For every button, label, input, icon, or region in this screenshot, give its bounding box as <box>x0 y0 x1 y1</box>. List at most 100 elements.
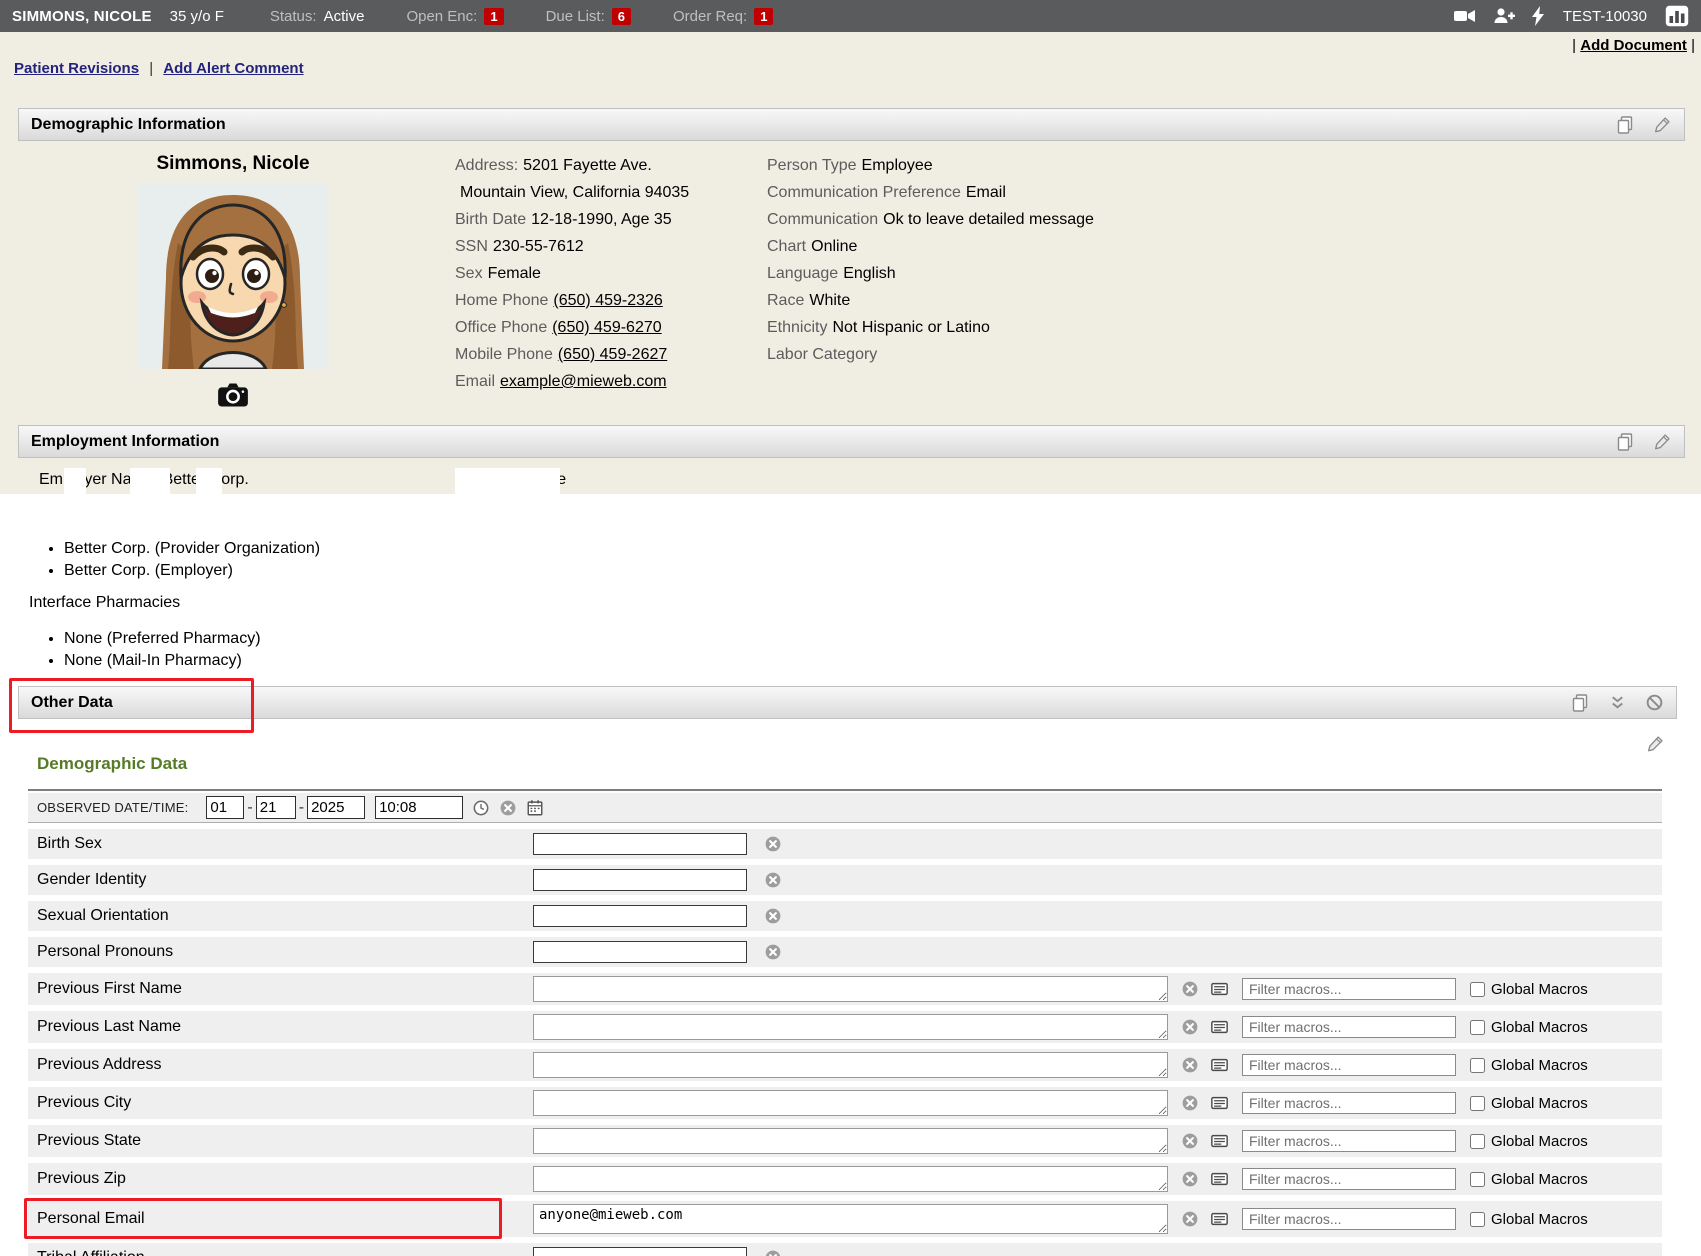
office-phone-link[interactable]: (650) 459-6270 <box>552 319 661 336</box>
other-data-panel-header: Other Data <box>18 686 1677 719</box>
previous-first-name-textarea[interactable] <box>533 976 1168 1002</box>
clear-x-icon[interactable] <box>764 907 782 925</box>
copy-icon[interactable] <box>1615 432 1635 452</box>
previous-last-name-textarea[interactable] <box>533 1014 1168 1040</box>
mobile-phone-link[interactable]: (650) 459-2627 <box>558 346 667 363</box>
previous-address-textarea[interactable] <box>533 1052 1168 1078</box>
global-macros-checkbox[interactable] <box>1470 1172 1485 1187</box>
row-birth-sex: Birth Sex <box>28 829 1662 859</box>
filter-macros-input[interactable] <box>1242 1016 1456 1038</box>
macro-list-icon[interactable] <box>1209 980 1230 998</box>
clear-x-icon[interactable] <box>1181 1094 1199 1112</box>
clear-x-icon[interactable] <box>764 1249 782 1256</box>
field-sex: SexFemale <box>455 265 689 292</box>
open-enc-label: Open Enc: <box>406 8 477 25</box>
open-enc-badge[interactable]: 1 <box>484 8 503 25</box>
copy-icon[interactable] <box>1570 693 1590 713</box>
edit-pencil-icon[interactable] <box>1653 115 1672 134</box>
macro-list-icon[interactable] <box>1209 1170 1230 1188</box>
clear-x-icon[interactable] <box>764 835 782 853</box>
clear-x-icon[interactable] <box>1181 1132 1199 1150</box>
global-macros-label: Global Macros <box>1491 1019 1588 1036</box>
field-labor-category: Labor Category <box>767 346 1094 373</box>
observed-month-input[interactable] <box>206 796 244 819</box>
ban-icon[interactable] <box>1645 693 1664 712</box>
home-phone-link[interactable]: (650) 459-2326 <box>553 292 662 309</box>
row-label: Previous Address <box>28 1056 533 1074</box>
macro-list-icon[interactable] <box>1209 1210 1230 1228</box>
row-previous-state: Previous State Global Macros <box>28 1125 1662 1157</box>
gender-identity-input[interactable] <box>533 869 747 891</box>
field-ssn: SSN230-55-7612 <box>455 238 689 265</box>
global-macros-checkbox[interactable] <box>1470 1134 1485 1149</box>
filter-macros-input[interactable] <box>1242 1208 1456 1230</box>
separator: | <box>1572 37 1576 54</box>
observed-datetime-label: OBSERVED DATE/TIME: <box>28 800 188 815</box>
video-camera-icon[interactable] <box>1453 6 1477 26</box>
filter-macros-input[interactable] <box>1242 978 1456 1000</box>
add-alert-comment-link[interactable]: Add Alert Comment <box>163 60 303 77</box>
email-link[interactable]: example@mieweb.com <box>500 373 667 390</box>
edit-pencil-icon[interactable] <box>1646 734 1665 753</box>
due-list-badge[interactable]: 6 <box>612 8 631 25</box>
previous-city-textarea[interactable] <box>533 1090 1168 1116</box>
global-macros-checkbox[interactable] <box>1470 1058 1485 1073</box>
calendar-icon[interactable] <box>526 799 544 817</box>
clear-x-icon[interactable] <box>1181 980 1199 998</box>
sexual-orientation-input[interactable] <box>533 905 747 927</box>
macro-list-icon[interactable] <box>1209 1132 1230 1150</box>
edit-pencil-icon[interactable] <box>1653 432 1672 451</box>
clear-x-icon[interactable] <box>499 799 517 817</box>
clear-x-icon[interactable] <box>1181 1170 1199 1188</box>
row-previous-address: Previous Address Global Macros <box>28 1049 1662 1081</box>
filter-macros-input[interactable] <box>1242 1168 1456 1190</box>
global-macros-checkbox[interactable] <box>1470 1212 1485 1227</box>
birth-sex-input[interactable] <box>533 833 747 855</box>
patient-name: SIMMONS, NICOLE <box>12 8 152 25</box>
clear-x-icon[interactable] <box>764 943 782 961</box>
macro-list-icon[interactable] <box>1209 1018 1230 1036</box>
bar-chart-icon[interactable] <box>1665 5 1689 27</box>
observed-day-input[interactable] <box>256 796 296 819</box>
demographic-panel-body: Simmons, Nicole <box>18 141 1685 426</box>
tribal-affiliation-input[interactable] <box>533 1247 747 1256</box>
filter-macros-input[interactable] <box>1242 1054 1456 1076</box>
global-macros-checkbox[interactable] <box>1470 1096 1485 1111</box>
personal-email-textarea[interactable]: anyone@mieweb.com <box>533 1204 1168 1234</box>
whiteout-patch <box>64 468 86 494</box>
global-macros-checkbox[interactable] <box>1470 982 1485 997</box>
add-document-row: | Add Document | <box>1572 37 1695 54</box>
add-document-link[interactable]: Add Document <box>1580 37 1687 54</box>
observed-year-input[interactable] <box>307 796 365 819</box>
field-mobile-phone: Mobile Phone(650) 459-2627 <box>455 346 689 373</box>
demographic-information-panel: Demographic Information Simmons, Nicole <box>18 108 1685 426</box>
field-person-type: Person TypeEmployee <box>767 157 1094 184</box>
macro-list-icon[interactable] <box>1209 1056 1230 1074</box>
macro-list-icon[interactable] <box>1209 1094 1230 1112</box>
filter-macros-input[interactable] <box>1242 1092 1456 1114</box>
previous-zip-textarea[interactable] <box>533 1166 1168 1192</box>
copy-icon[interactable] <box>1615 115 1635 135</box>
add-person-icon[interactable] <box>1493 6 1515 26</box>
clear-x-icon[interactable] <box>1181 1210 1199 1228</box>
field-address-line2: Mountain View, California 94035 <box>455 184 689 211</box>
row-sexual-orientation: Sexual Orientation <box>28 901 1662 931</box>
field-email: Emailexample@mieweb.com <box>455 373 689 400</box>
lightning-icon[interactable] <box>1531 6 1545 26</box>
collapse-double-chevron-icon[interactable] <box>1608 693 1627 712</box>
personal-pronouns-input[interactable] <box>533 941 747 963</box>
employment-panel-header: Employment Information <box>18 425 1685 458</box>
filter-macros-input[interactable] <box>1242 1130 1456 1152</box>
camera-icon[interactable] <box>216 379 252 409</box>
order-req-badge[interactable]: 1 <box>754 8 773 25</box>
global-macros-checkbox[interactable] <box>1470 1020 1485 1035</box>
clear-x-icon[interactable] <box>764 871 782 889</box>
clock-icon[interactable] <box>472 799 490 817</box>
observed-time-input[interactable] <box>375 796 463 819</box>
clear-x-icon[interactable] <box>1181 1018 1199 1036</box>
previous-state-textarea[interactable] <box>533 1128 1168 1154</box>
clear-x-icon[interactable] <box>1181 1056 1199 1074</box>
patient-revisions-link[interactable]: Patient Revisions <box>14 60 139 77</box>
global-macros-label: Global Macros <box>1491 1211 1588 1228</box>
field-race: RaceWhite <box>767 292 1094 319</box>
